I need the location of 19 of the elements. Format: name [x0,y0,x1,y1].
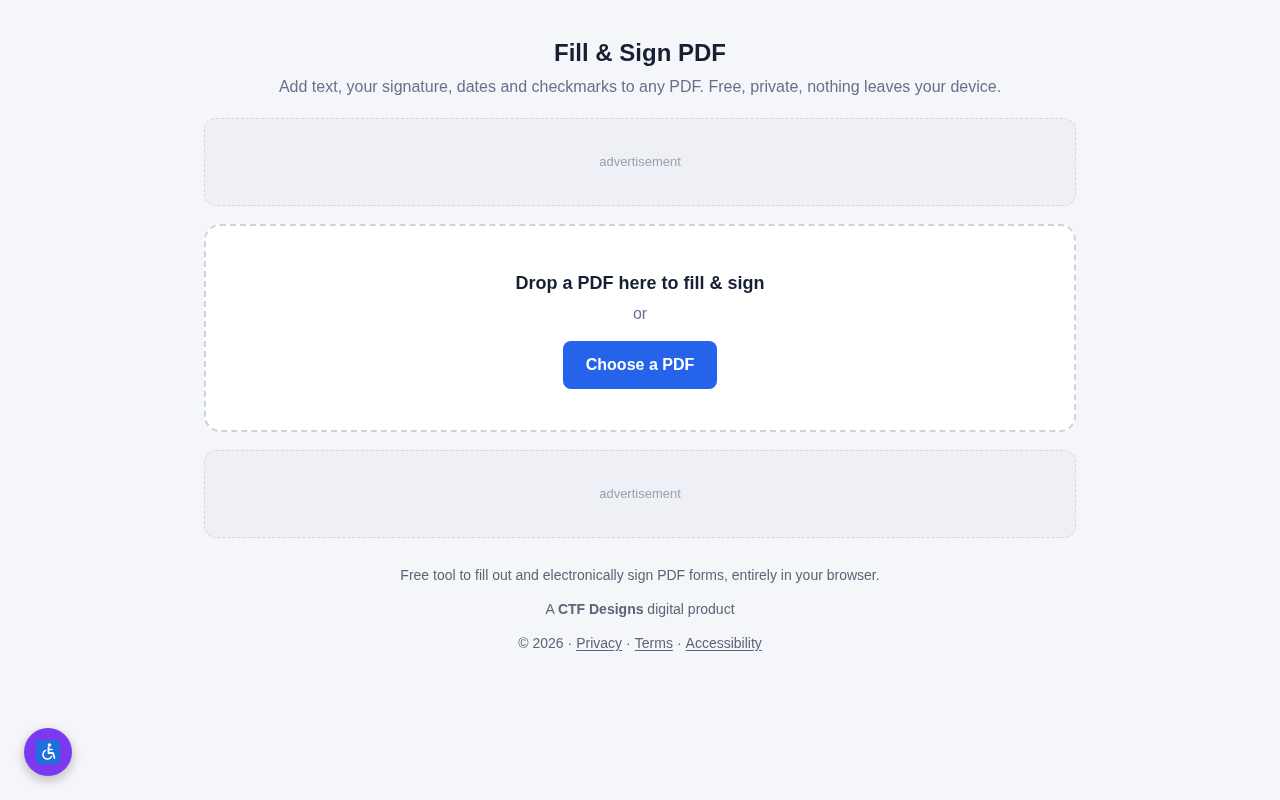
or-text: or [632,304,648,324]
drop-zone-heading: Drop a PDF here to fill & sign [515,272,765,295]
footer-link[interactable]: Terms [634,633,673,653]
footer-link[interactable]: Accessibility [685,633,762,653]
wheelchair-icon [36,740,60,764]
separator: · [626,634,631,653]
choose-pdf-button[interactable]: Choose a PDF [563,341,717,389]
advertisement-label: advertisement [599,485,681,504]
separator: · [676,634,682,653]
footer-credit: A CTF Designs digital product [545,600,735,619]
advertisement-label: advertisement [599,153,681,172]
page-title: Fill & Sign PDF [554,38,726,68]
separator: · [567,634,573,653]
drop-zone[interactable]: Drop a PDF here to fill & sign or Choose a PDF [204,224,1076,432]
accessibility-button[interactable] [24,728,72,776]
page-subtitle: Add text, your signature, dates and checkmarks to any PDF. Free, private, nothing leaves your device. [278,77,1002,97]
copyright-text: © 2026 [518,634,564,653]
footer-link[interactable]: Privacy [576,633,623,653]
footer-description: Free tool to fill out and electronically sign PDF forms, entirely in your browser. [400,566,880,585]
